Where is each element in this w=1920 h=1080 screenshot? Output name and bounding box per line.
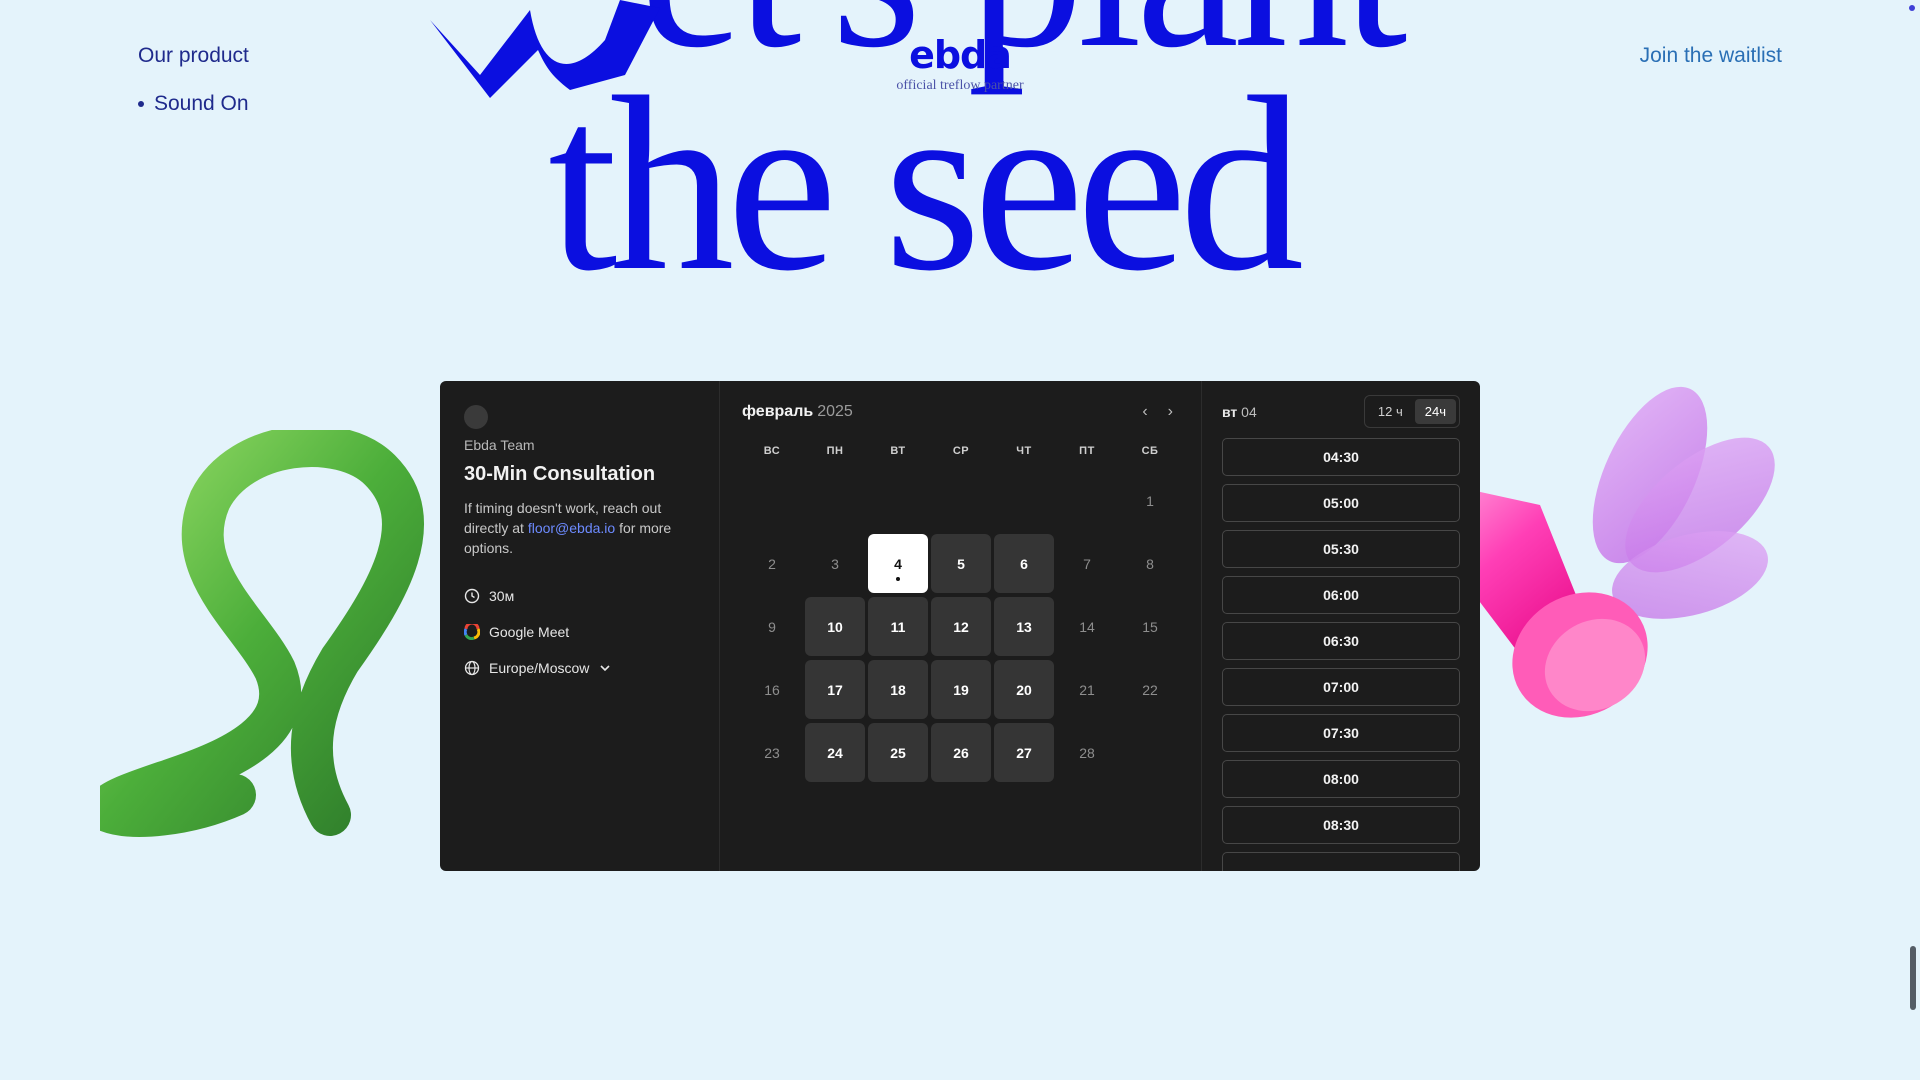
calendar-day[interactable]: 12 bbox=[931, 597, 991, 656]
corner-dot bbox=[1909, 5, 1915, 11]
calendar-day: 22 bbox=[1142, 681, 1158, 698]
page-scrollbar[interactable] bbox=[1910, 946, 1916, 1010]
calendar-blank-cell bbox=[868, 471, 928, 530]
calendar-day: 1 bbox=[1146, 492, 1154, 509]
clock-icon bbox=[464, 588, 480, 604]
selected-weekday: вт bbox=[1222, 403, 1238, 420]
time-slot-button[interactable]: 05:00 bbox=[1222, 484, 1460, 522]
email-link[interactable]: floor@ebda.io bbox=[528, 520, 615, 536]
time-slot-button[interactable]: 07:00 bbox=[1222, 668, 1460, 706]
weekday-header: СР bbox=[952, 445, 970, 457]
calendar-day: 2 bbox=[768, 555, 776, 572]
location-row: Google Meet bbox=[464, 624, 695, 640]
event-info-panel: Ebda Team 30-Min Consultation If timing … bbox=[440, 381, 720, 871]
calendar-day[interactable]: 20 bbox=[994, 660, 1054, 719]
timezone-label: Europe/Moscow bbox=[489, 660, 590, 676]
calendar-blank-cell bbox=[805, 471, 865, 530]
team-name: Ebda Team bbox=[464, 437, 535, 453]
product-item-sound-on[interactable]: Sound On bbox=[138, 92, 249, 116]
chevron-down-icon bbox=[600, 665, 610, 672]
calendar-blank-cell bbox=[1057, 471, 1117, 530]
weekday-header: ВС bbox=[763, 445, 781, 457]
calendar-day[interactable]: 11 bbox=[868, 597, 928, 656]
time-slots-panel: вт 04 12 ч 24ч 04:30 05:00 05:30 06:00 0… bbox=[1202, 381, 1480, 871]
avatar bbox=[464, 405, 488, 429]
duration-row: 30м bbox=[464, 588, 695, 604]
calendar-panel: февраль 2025 ‹ › ВС ПН ВТ СР ЧТ ПТ СБ 123… bbox=[720, 381, 1202, 871]
calendar-day: 7 bbox=[1083, 555, 1091, 572]
format-12h-option[interactable]: 12 ч bbox=[1368, 399, 1413, 424]
weekday-header: ЧТ bbox=[1016, 445, 1032, 457]
selected-date: вт 04 bbox=[1222, 404, 1257, 420]
time-slot-button[interactable]: 08:00 bbox=[1222, 760, 1460, 798]
calendar-day: 9 bbox=[768, 618, 776, 635]
duration-label: 30м bbox=[489, 588, 515, 604]
location-label: Google Meet bbox=[489, 624, 570, 640]
calendar-day[interactable]: 18 bbox=[868, 660, 928, 719]
weekday-header: СБ bbox=[1141, 445, 1159, 457]
globe-icon bbox=[464, 660, 480, 676]
calendar-day: 15 bbox=[1142, 618, 1158, 635]
calendar-year: 2025 bbox=[817, 403, 853, 420]
weekday-header: ПН bbox=[826, 445, 844, 457]
calendar-month-title: февраль 2025 bbox=[742, 403, 853, 421]
green-ribbon-decoration bbox=[100, 430, 424, 837]
slot-list: 04:30 05:00 05:30 06:00 06:30 07:00 07:3… bbox=[1222, 438, 1460, 871]
next-month-chevron-icon[interactable]: › bbox=[1168, 403, 1173, 421]
hero-line-2: the seed bbox=[548, 46, 1304, 323]
calendar-day: 23 bbox=[764, 744, 780, 761]
calendar-day[interactable]: 6 bbox=[994, 534, 1054, 593]
time-format-toggle: 12 ч 24ч bbox=[1363, 395, 1460, 428]
google-meet-icon bbox=[464, 624, 480, 640]
time-slot-button[interactable]: 08:30 bbox=[1222, 806, 1460, 844]
time-slot-button[interactable]: 07:30 bbox=[1222, 714, 1460, 752]
time-slot-button[interactable]: 05:30 bbox=[1222, 530, 1460, 568]
brand-block[interactable]: ebda official treflow partner bbox=[886, 36, 1034, 94]
calendar-day: 16 bbox=[764, 681, 780, 698]
calendar-day[interactable]: 24 bbox=[805, 723, 865, 782]
time-slot-button[interactable]: 04:30 bbox=[1222, 438, 1460, 476]
timezone-selector[interactable]: Europe/Moscow bbox=[464, 660, 695, 676]
calendar-day: 14 bbox=[1079, 618, 1095, 635]
join-waitlist-link[interactable]: Join the waitlist bbox=[1640, 44, 1782, 68]
calendar-day: 8 bbox=[1146, 555, 1154, 572]
calendar-day: 3 bbox=[831, 555, 839, 572]
time-slot-button-partial[interactable] bbox=[1222, 852, 1460, 871]
calendar-day[interactable]: 5 bbox=[931, 534, 991, 593]
product-list: Sound On bbox=[138, 92, 249, 116]
calendar-grid: ВС ПН ВТ СР ЧТ ПТ СБ 1 2 3 4 5 6 7 8 9 10 11 12 13 14… bbox=[742, 445, 1179, 782]
nav-our-product[interactable]: Our product bbox=[138, 44, 249, 68]
event-title: 30-Min Consultation bbox=[464, 463, 656, 485]
weekday-header: ВТ bbox=[890, 445, 906, 457]
brand-subtitle: official treflow partner bbox=[896, 78, 1024, 93]
event-description: If timing doesn't work, reach out direct… bbox=[464, 498, 695, 558]
calendar-day-selected[interactable]: 4 bbox=[868, 534, 928, 593]
calendar-day: 28 bbox=[1079, 744, 1095, 761]
calendar-day[interactable]: 10 bbox=[805, 597, 865, 656]
weekday-header: ПТ bbox=[1079, 445, 1095, 457]
time-slot-button[interactable]: 06:00 bbox=[1222, 576, 1460, 614]
time-slot-button[interactable]: 06:30 bbox=[1222, 622, 1460, 660]
prev-month-chevron-icon[interactable]: ‹ bbox=[1142, 403, 1147, 421]
calendar-blank-cell bbox=[931, 471, 991, 530]
calendar-day: 21 bbox=[1079, 681, 1095, 698]
brand-logo: ebda bbox=[909, 33, 1012, 77]
calendar-day[interactable]: 13 bbox=[994, 597, 1054, 656]
calendar-day[interactable]: 17 bbox=[805, 660, 865, 719]
calendar-month: февраль bbox=[742, 403, 814, 420]
calendar-day[interactable]: 25 bbox=[868, 723, 928, 782]
selected-day-number: 04 bbox=[1241, 403, 1257, 420]
calendar-day[interactable]: 27 bbox=[994, 723, 1054, 782]
calendar-blank-cell bbox=[742, 471, 802, 530]
booking-widget: Ebda Team 30-Min Consultation If timing … bbox=[440, 381, 1480, 871]
format-24h-option[interactable]: 24ч bbox=[1414, 399, 1456, 424]
calendar-day[interactable]: 19 bbox=[931, 660, 991, 719]
calendar-day[interactable]: 26 bbox=[931, 723, 991, 782]
calendar-blank-cell bbox=[994, 471, 1054, 530]
